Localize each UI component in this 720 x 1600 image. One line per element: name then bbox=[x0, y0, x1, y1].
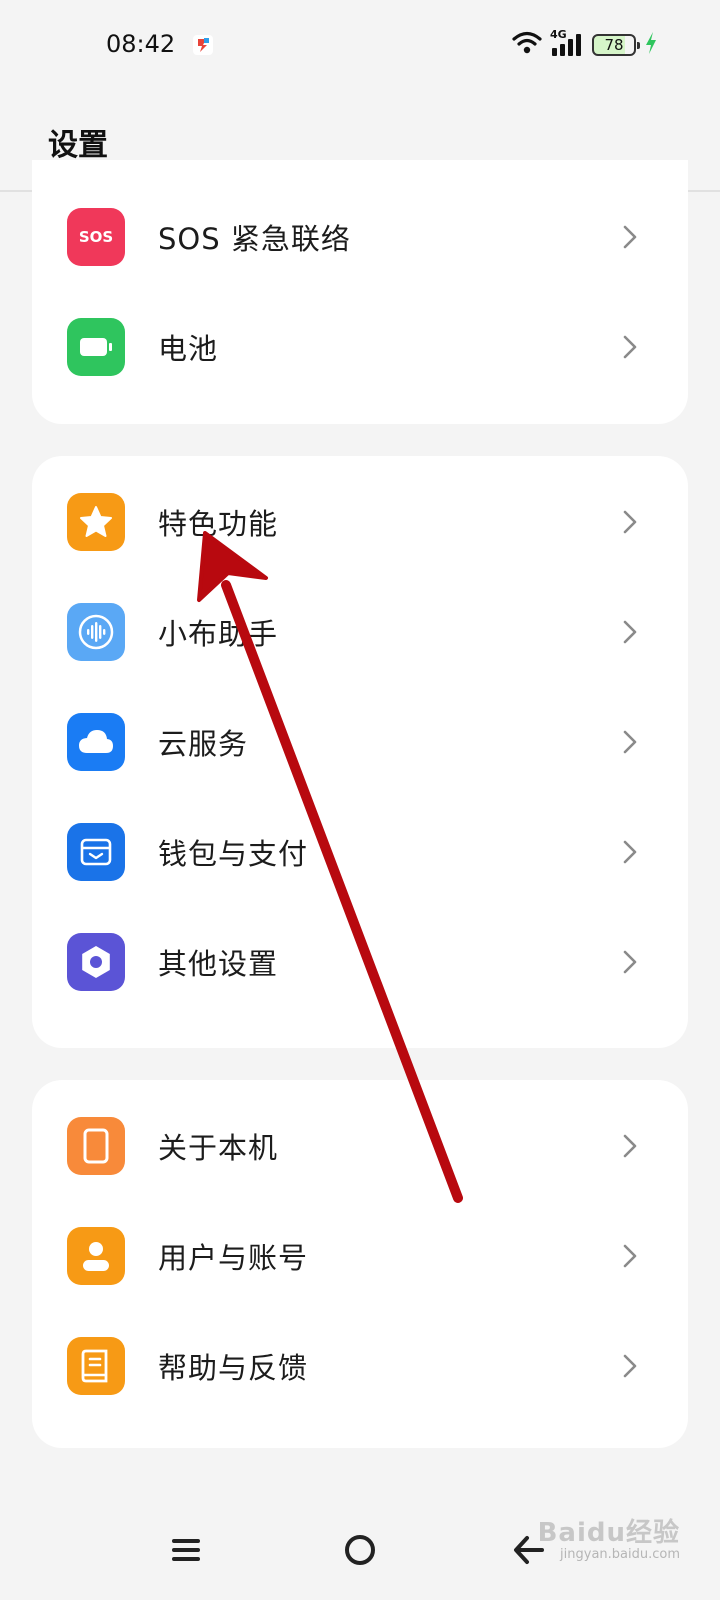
settings-item-label: 关于本机 bbox=[158, 1131, 279, 1165]
chevron-right-icon bbox=[623, 1354, 637, 1378]
settings-card-3: 关于本机 用户与账号 帮助与反馈 bbox=[32, 1080, 688, 1448]
menu-icon[interactable] bbox=[164, 1528, 208, 1572]
chevron-right-icon bbox=[623, 225, 637, 249]
voice-assistant-icon bbox=[67, 603, 125, 661]
chevron-right-icon bbox=[623, 840, 637, 864]
wifi-icon bbox=[512, 31, 542, 59]
battery-icon bbox=[67, 318, 125, 376]
settings-item-label: 云服务 bbox=[158, 727, 249, 761]
help-book-icon bbox=[67, 1337, 125, 1395]
settings-item-label: 用户与账号 bbox=[158, 1241, 309, 1275]
settings-card-2: 特色功能 小布助手 云服务 钱包与支付 其他设置 bbox=[32, 456, 688, 1048]
settings-item-cloud[interactable]: 云服务 bbox=[32, 686, 688, 798]
chevron-right-icon bbox=[623, 335, 637, 359]
battery-indicator: 78 bbox=[592, 34, 640, 56]
gear-icon bbox=[67, 933, 125, 991]
settings-item-label: 其他设置 bbox=[158, 947, 279, 981]
star-icon bbox=[67, 493, 125, 551]
settings-item-other[interactable]: 其他设置 bbox=[32, 906, 688, 1018]
notification-app-icon bbox=[192, 34, 214, 56]
settings-item-about[interactable]: 关于本机 bbox=[32, 1090, 688, 1202]
page-title: 设置 bbox=[48, 128, 108, 163]
chevron-right-icon bbox=[623, 730, 637, 754]
user-icon bbox=[67, 1227, 125, 1285]
status-indicators: 4G 78 bbox=[512, 28, 658, 60]
settings-card-1: SOS SOS 紧急联络 电池 bbox=[32, 160, 688, 424]
settings-item-features[interactable]: 特色功能 bbox=[32, 466, 688, 578]
status-bar: 08:42 4G 78 bbox=[0, 0, 720, 92]
settings-item-label: 钱包与支付 bbox=[158, 837, 309, 871]
settings-item-label: SOS 紧急联络 bbox=[158, 222, 351, 256]
cloud-icon bbox=[67, 713, 125, 771]
settings-item-wallet[interactable]: 钱包与支付 bbox=[32, 796, 688, 908]
sos-icon-text: SOS bbox=[78, 228, 114, 246]
charging-icon bbox=[644, 31, 658, 59]
phone-icon bbox=[67, 1117, 125, 1175]
battery-level: 78 bbox=[604, 36, 624, 54]
settings-item-sos[interactable]: SOS SOS 紧急联络 bbox=[32, 181, 688, 293]
status-time: 08:42 bbox=[106, 30, 176, 58]
settings-item-label: 小布助手 bbox=[158, 617, 279, 651]
settings-item-label: 电池 bbox=[158, 332, 219, 366]
settings-item-account[interactable]: 用户与账号 bbox=[32, 1200, 688, 1312]
chevron-right-icon bbox=[623, 1244, 637, 1268]
chevron-right-icon bbox=[623, 1134, 637, 1158]
home-circle-icon[interactable] bbox=[338, 1528, 382, 1572]
sos-icon: SOS bbox=[67, 208, 125, 266]
settings-item-help[interactable]: 帮助与反馈 bbox=[32, 1310, 688, 1422]
settings-item-assistant[interactable]: 小布助手 bbox=[32, 576, 688, 688]
watermark-logo: Baidu经验 bbox=[537, 1518, 680, 1548]
chevron-right-icon bbox=[623, 510, 637, 534]
watermark-url: jingyan.baidu.com bbox=[560, 1547, 680, 1562]
wallet-icon bbox=[67, 823, 125, 881]
settings-item-label: 特色功能 bbox=[158, 507, 279, 541]
signal-icon: 4G bbox=[550, 28, 584, 58]
watermark: Baidu经验 jingyan.baidu.com bbox=[538, 1512, 680, 1562]
settings-item-battery[interactable]: 电池 bbox=[32, 291, 688, 403]
chevron-right-icon bbox=[623, 620, 637, 644]
chevron-right-icon bbox=[623, 950, 637, 974]
settings-item-label: 帮助与反馈 bbox=[158, 1351, 309, 1385]
